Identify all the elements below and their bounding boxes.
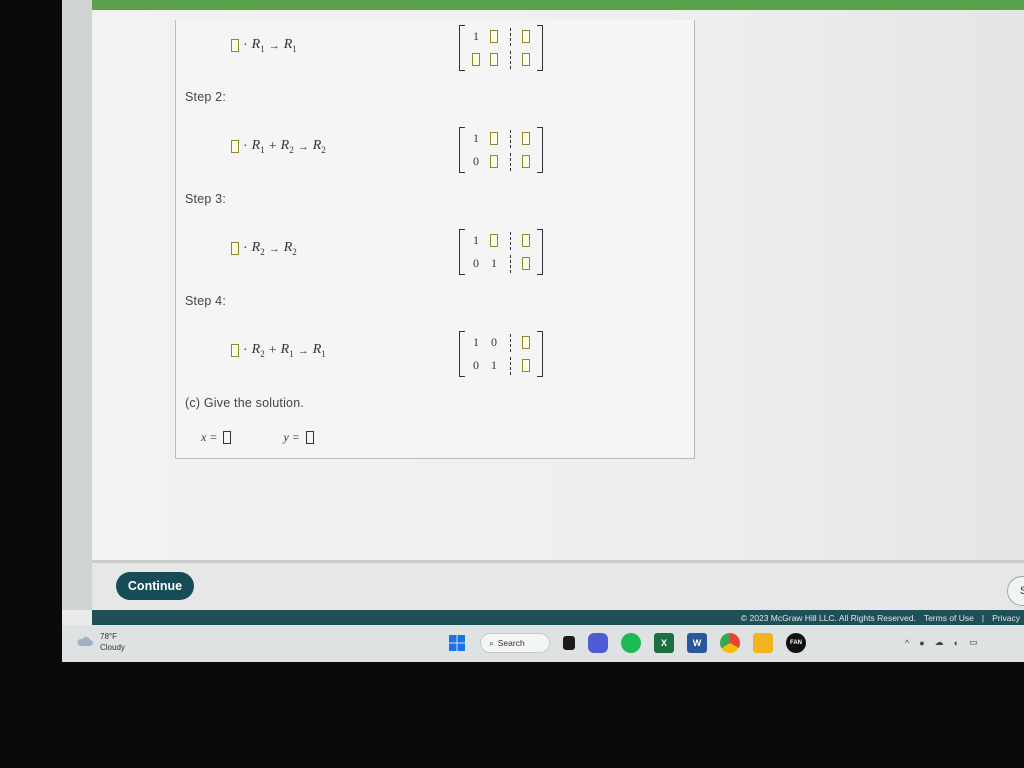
- weather-widget[interactable]: 78°F Cloudy: [76, 631, 125, 653]
- search-label: Search: [497, 638, 525, 648]
- solution-row: x = y =: [201, 430, 314, 445]
- step1-operation: · R1 → R1: [231, 37, 297, 54]
- step2-scalar-input[interactable]: [231, 140, 239, 153]
- step1-scalar-input[interactable]: [231, 39, 239, 52]
- matrix-input[interactable]: [490, 30, 498, 43]
- step3-target: R2: [283, 240, 297, 257]
- matrix-cell: 1: [473, 335, 479, 349]
- file-explorer-icon[interactable]: [753, 633, 773, 653]
- copyright-bar: © 2023 McGraw Hill LLC. All Rights Reser…: [92, 610, 1024, 625]
- search-icon: ⌕: [489, 637, 494, 648]
- app-icon[interactable]: [563, 636, 575, 650]
- excel-icon[interactable]: X: [654, 633, 674, 653]
- step2-operation: · R1 + R2 → R2: [231, 138, 326, 155]
- step3-row-a: R2: [251, 240, 265, 257]
- fanatics-icon[interactable]: FAN: [786, 633, 806, 653]
- step4-label: Step 4:: [185, 294, 227, 308]
- taskbar-apps: ⌕ Search X W FAN: [447, 633, 806, 653]
- matrix-input[interactable]: [522, 155, 530, 168]
- step3-matrix: 1 0 1: [459, 229, 543, 275]
- matrix-input[interactable]: [522, 234, 530, 247]
- arrow-icon: →: [297, 140, 309, 153]
- matrix-cell: 0: [473, 154, 479, 168]
- y-input[interactable]: [305, 431, 314, 444]
- y-label: y =: [283, 430, 300, 444]
- step2-row-a: R1: [251, 138, 265, 155]
- step4-operation: · R2 + R1 → R1: [231, 342, 326, 359]
- footer-divider: |: [981, 612, 985, 623]
- matrix-cell: 1: [473, 131, 479, 145]
- weather-temp: 78°F: [100, 632, 117, 641]
- screen: · R1 → R1 1 Step 2: · R1 + R2 → R2 1 0 S…: [62, 0, 1024, 662]
- arrow-icon: →: [268, 242, 280, 255]
- chat-icon[interactable]: [588, 633, 608, 653]
- footer-bar: [92, 560, 1024, 613]
- matrix-input[interactable]: [522, 336, 530, 349]
- step4-target: R1: [312, 342, 326, 359]
- privacy-link[interactable]: Privacy: [992, 613, 1020, 623]
- tray-app-icon[interactable]: ●: [919, 638, 924, 648]
- top-progress-bar: [92, 0, 1024, 10]
- tray-app-icon[interactable]: ◐: [954, 638, 959, 648]
- step3-operation: · R2 → R2: [231, 240, 297, 257]
- x-label: x =: [201, 430, 218, 444]
- matrix-input[interactable]: [522, 30, 530, 43]
- x-input[interactable]: [223, 431, 232, 444]
- matrix-cell: 1: [491, 256, 497, 270]
- step3-label: Step 3:: [185, 192, 227, 206]
- matrix-cell: 1: [491, 358, 497, 372]
- copyright-text: © 2023 McGraw Hill LLC. All Rights Reser…: [740, 612, 916, 623]
- matrix-cell: 1: [473, 29, 479, 43]
- step1-row-a: R1: [251, 37, 265, 54]
- question-panel: · R1 → R1 1 Step 2: · R1 + R2 → R2 1 0 S…: [175, 20, 695, 459]
- step1-target: R1: [283, 37, 297, 54]
- weather-desc: Cloudy: [100, 643, 125, 652]
- matrix-cell: 0: [491, 335, 497, 349]
- windows-icon[interactable]: [447, 633, 467, 653]
- matrix-input[interactable]: [490, 155, 498, 168]
- matrix-input[interactable]: [522, 359, 530, 372]
- chrome-icon[interactable]: [720, 633, 740, 653]
- step3-scalar-input[interactable]: [231, 242, 239, 255]
- sidebar-strip: [62, 0, 92, 610]
- matrix-cell: 1: [473, 233, 479, 247]
- content-area: · R1 → R1 1 Step 2: · R1 + R2 → R2 1 0 S…: [92, 10, 1024, 560]
- continue-button[interactable]: Continue: [116, 572, 194, 600]
- step4-row-a: R2: [251, 342, 265, 359]
- spotify-icon[interactable]: [621, 633, 641, 653]
- battery-icon[interactable]: ▭: [969, 637, 978, 648]
- cloud-icon[interactable]: ☁: [935, 637, 944, 648]
- matrix-cell: 0: [473, 256, 479, 270]
- matrix-cell: 0: [473, 358, 479, 372]
- matrix-input[interactable]: [522, 257, 530, 270]
- chevron-up-icon[interactable]: ^: [905, 638, 909, 648]
- matrix-input[interactable]: [490, 234, 498, 247]
- step2-target: R2: [312, 138, 326, 155]
- step2-matrix: 1 0: [459, 127, 543, 173]
- taskbar: 78°F Cloudy ⌕ Search X W FAN ^ ● ☁ ◐ ▭: [62, 625, 1024, 662]
- word-icon[interactable]: W: [687, 633, 707, 653]
- step2-row-b: R2: [280, 138, 294, 155]
- matrix-input[interactable]: [522, 53, 530, 66]
- terms-link[interactable]: Terms of Use: [924, 613, 974, 623]
- arrow-icon: →: [268, 39, 280, 52]
- taskbar-search[interactable]: ⌕ Search: [480, 633, 550, 653]
- system-tray: ^ ● ☁ ◐ ▭: [905, 637, 978, 648]
- matrix-input[interactable]: [472, 53, 480, 66]
- matrix-input[interactable]: [490, 132, 498, 145]
- step4-row-b: R1: [280, 342, 294, 359]
- part-c-prompt: (c) Give the solution.: [185, 396, 305, 410]
- cloud-icon: [76, 635, 94, 650]
- matrix-input[interactable]: [522, 132, 530, 145]
- step1-matrix: 1: [459, 25, 543, 71]
- step2-label: Step 2:: [185, 90, 227, 104]
- arrow-icon: →: [297, 344, 309, 357]
- step4-scalar-input[interactable]: [231, 344, 239, 357]
- step4-matrix: 1 0 0 1: [459, 331, 543, 377]
- matrix-input[interactable]: [490, 53, 498, 66]
